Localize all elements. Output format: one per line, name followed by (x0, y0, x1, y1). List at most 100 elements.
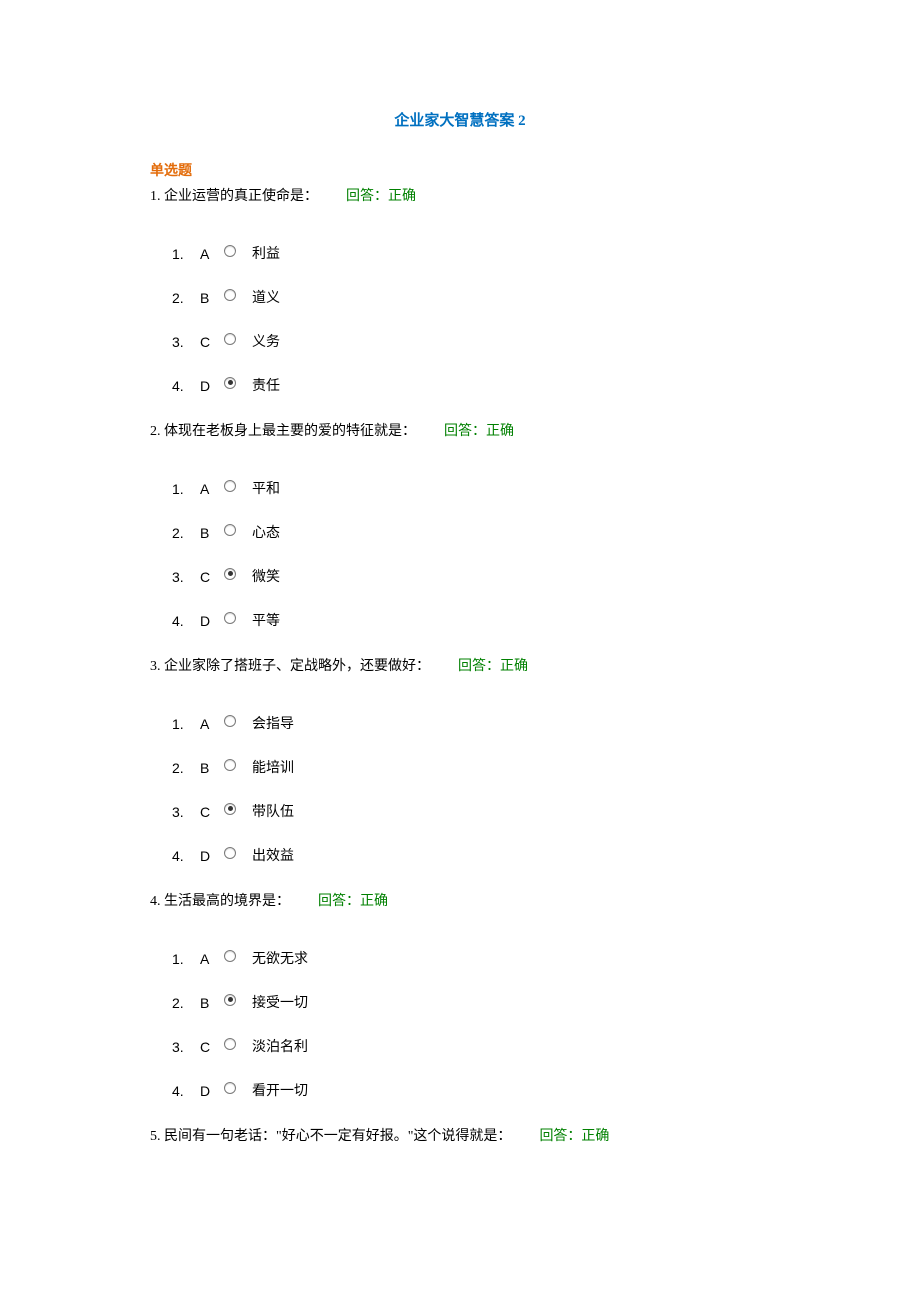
option-number: 2. (172, 758, 200, 779)
radio-icon[interactable] (224, 994, 236, 1006)
option-label: 平等 (252, 611, 280, 632)
question-number: 2. (150, 424, 161, 439)
radio-wrap (224, 1082, 252, 1094)
option-row[interactable]: 3.C 微笑 (172, 568, 770, 588)
option-label: 心态 (252, 523, 280, 544)
option-row[interactable]: 1.A利益 (172, 245, 770, 265)
question-block: 4. 生活最高的境界是： 回答：正确 1.A 无欲无求 2.B接受一切 3.C 淡泊名利 4.… (150, 891, 770, 1102)
option-label: 淡泊名利 (252, 1037, 308, 1058)
radio-icon[interactable] (224, 377, 236, 389)
option-number: 2. (172, 288, 200, 309)
option-number: 2. (172, 993, 200, 1014)
option-letter: A (200, 949, 222, 970)
option-number: 1. (172, 244, 200, 265)
option-letter: B (200, 523, 222, 544)
option-row[interactable]: 4.D出效益 (172, 847, 770, 867)
option-letter: D (200, 376, 222, 397)
answer-feedback: 回答：正确 (444, 424, 514, 439)
option-row[interactable]: 2.B道义 (172, 289, 770, 309)
radio-icon[interactable] (224, 715, 236, 727)
radio-icon[interactable] (224, 1082, 236, 1094)
document-title: 企业家大智慧答案 2 (150, 110, 770, 133)
option-letter: A (200, 714, 222, 735)
option-number: 2. (172, 523, 200, 544)
option-label: 接受一切 (252, 993, 308, 1014)
radio-wrap (224, 803, 252, 815)
option-row[interactable]: 2.B 心态 (172, 524, 770, 544)
option-row[interactable]: 3.C 淡泊名利 (172, 1038, 770, 1058)
radio-wrap (224, 377, 252, 389)
radio-icon[interactable] (224, 480, 236, 492)
question-block: 2. 体现在老板身上最主要的爱的特征就是：回答：正确1.A平和2.B心态3.C微… (150, 421, 770, 632)
answer-feedback: 回答：正确 (318, 894, 388, 909)
question-text-line: 3. 企业家除了搭班子、定战略外，还要做好：回答：正确 (150, 656, 770, 677)
radio-icon[interactable] (224, 333, 236, 345)
radio-wrap (224, 568, 252, 580)
radio-wrap (224, 333, 252, 345)
option-number: 3. (172, 567, 200, 588)
option-label: 利益 (252, 244, 280, 265)
radio-wrap (224, 950, 252, 962)
option-number: 3. (172, 1037, 200, 1058)
option-number: 4. (172, 611, 200, 632)
section-header: 单选题 (150, 161, 770, 182)
option-number: 3. (172, 802, 200, 823)
radio-icon[interactable] (224, 245, 236, 257)
radio-icon[interactable] (224, 568, 236, 580)
question-number: 5. (150, 1129, 161, 1144)
radio-wrap (224, 612, 252, 624)
option-letter: D (200, 611, 222, 632)
question-text-line: 2. 体现在老板身上最主要的爱的特征就是：回答：正确 (150, 421, 770, 442)
question-block: 1. 企业运营的真正使命是：回答：正确1.A利益2.B道义3.C义务4.D责任 (150, 186, 770, 397)
option-letter: B (200, 758, 222, 779)
option-label: 责任 (252, 376, 280, 397)
option-row[interactable]: 4.D 平等 (172, 612, 770, 632)
option-label: 义务 (252, 332, 280, 353)
option-row[interactable]: 1.A平和 (172, 480, 770, 500)
radio-icon[interactable] (224, 950, 236, 962)
option-row[interactable]: 4.D看开一切 (172, 1082, 770, 1102)
option-label: 无欲无求 (252, 949, 308, 970)
radio-wrap (224, 245, 252, 257)
question-body: 企业家除了搭班子、定战略外，还要做好： (164, 659, 430, 674)
option-row[interactable]: 3.C带队伍 (172, 803, 770, 823)
radio-icon[interactable] (224, 289, 236, 301)
option-letter: C (200, 1037, 222, 1058)
options-list: 1.A利益2.B道义3.C义务4.D责任 (150, 245, 770, 397)
radio-icon[interactable] (224, 759, 236, 771)
radio-icon[interactable] (224, 1038, 236, 1050)
question-body: 生活最高的境界是： (164, 894, 290, 909)
options-list: 1.A 无欲无求 2.B接受一切 3.C 淡泊名利 4.D看开一切 (150, 950, 770, 1102)
option-number: 1. (172, 714, 200, 735)
option-label: 微笑 (252, 567, 280, 588)
option-letter: B (200, 288, 222, 309)
radio-wrap (224, 847, 252, 859)
radio-icon[interactable] (224, 847, 236, 859)
radio-icon[interactable] (224, 803, 236, 815)
option-number: 4. (172, 1081, 200, 1102)
option-number: 1. (172, 949, 200, 970)
radio-icon[interactable] (224, 612, 236, 624)
question-text-line: 5. 民间有一句老话："好心不一定有好报。"这个说得就是：回答：正确 (150, 1126, 770, 1147)
question-body: 企业运营的真正使命是： (164, 189, 318, 204)
option-letter: D (200, 1081, 222, 1102)
question-text-line: 4. 生活最高的境界是：回答：正确 (150, 891, 770, 912)
option-row[interactable]: 3.C义务 (172, 333, 770, 353)
option-label: 能培训 (252, 758, 294, 779)
option-number: 3. (172, 332, 200, 353)
option-row[interactable]: 1.A 无欲无求 (172, 950, 770, 970)
options-list: 1.A平和2.B心态3.C微笑4.D平等 (150, 480, 770, 632)
option-row[interactable]: 2.B接受一切 (172, 994, 770, 1014)
option-letter: A (200, 479, 222, 500)
answer-feedback: 回答：正确 (458, 659, 528, 674)
question-text-line: 1. 企业运营的真正使命是：回答：正确 (150, 186, 770, 207)
radio-wrap (224, 1038, 252, 1050)
option-letter: C (200, 567, 222, 588)
answer-feedback: 回答：正确 (346, 189, 416, 204)
options-list: 1.A会指导 2.B 能培训 3.C带队伍 4.D出效益 (150, 715, 770, 867)
option-row[interactable]: 2.B 能培训 (172, 759, 770, 779)
radio-icon[interactable] (224, 524, 236, 536)
option-label: 平和 (252, 479, 280, 500)
option-row[interactable]: 1.A会指导 (172, 715, 770, 735)
option-row[interactable]: 4.D责任 (172, 377, 770, 397)
